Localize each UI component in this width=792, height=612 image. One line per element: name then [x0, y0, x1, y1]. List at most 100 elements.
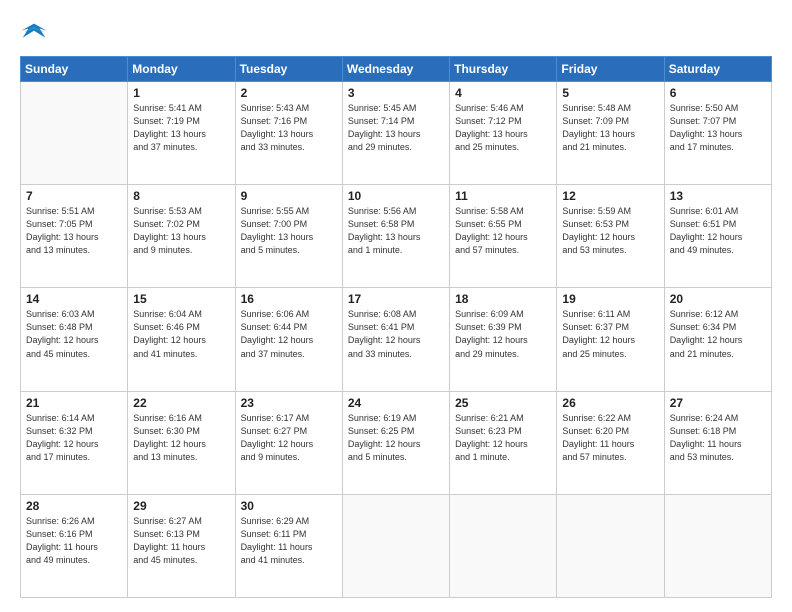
- calendar-cell: 11 Sunrise: 5:58 AM Sunset: 6:55 PM Dayli…: [450, 185, 557, 288]
- day-info: Sunrise: 5:50 AM Sunset: 7:07 PM Dayligh…: [670, 102, 766, 154]
- day-number: 14: [26, 292, 122, 306]
- calendar-cell: 21 Sunrise: 6:14 AM Sunset: 6:32 PM Dayli…: [21, 391, 128, 494]
- calendar-cell: 1 Sunrise: 5:41 AM Sunset: 7:19 PM Daylig…: [128, 82, 235, 185]
- header: [20, 18, 772, 46]
- day-info: Sunrise: 5:48 AM Sunset: 7:09 PM Dayligh…: [562, 102, 658, 154]
- calendar-cell: 8 Sunrise: 5:53 AM Sunset: 7:02 PM Daylig…: [128, 185, 235, 288]
- calendar-week: 1 Sunrise: 5:41 AM Sunset: 7:19 PM Daylig…: [21, 82, 772, 185]
- calendar-cell: 26 Sunrise: 6:22 AM Sunset: 6:20 PM Dayli…: [557, 391, 664, 494]
- calendar-cell: 7 Sunrise: 5:51 AM Sunset: 7:05 PM Daylig…: [21, 185, 128, 288]
- calendar-cell: 25 Sunrise: 6:21 AM Sunset: 6:23 PM Dayli…: [450, 391, 557, 494]
- day-number: 18: [455, 292, 551, 306]
- day-number: 8: [133, 189, 229, 203]
- day-number: 5: [562, 86, 658, 100]
- weekday-header: Wednesday: [342, 57, 449, 82]
- day-info: Sunrise: 6:29 AM Sunset: 6:11 PM Dayligh…: [241, 515, 337, 567]
- calendar-cell: 28Sunrise: 6:26 AM Sunset: 6:16 PM Dayli…: [21, 494, 128, 597]
- calendar-cell: 18 Sunrise: 6:09 AM Sunset: 6:39 PM Dayli…: [450, 288, 557, 391]
- calendar-cell: 9 Sunrise: 5:55 AM Sunset: 7:00 PM Daylig…: [235, 185, 342, 288]
- day-info: Sunrise: 6:19 AM Sunset: 6:25 PM Dayligh…: [348, 412, 444, 464]
- day-number: 7: [26, 189, 122, 203]
- day-info: Sunrise: 5:56 AM Sunset: 6:58 PM Dayligh…: [348, 205, 444, 257]
- calendar-week: 21 Sunrise: 6:14 AM Sunset: 6:32 PM Dayli…: [21, 391, 772, 494]
- day-info: Sunrise: 6:12 AM Sunset: 6:34 PM Dayligh…: [670, 308, 766, 360]
- day-number: 9: [241, 189, 337, 203]
- day-info: Sunrise: 5:59 AM Sunset: 6:53 PM Dayligh…: [562, 205, 658, 257]
- day-info: Sunrise: 6:01 AM Sunset: 6:51 PM Dayligh…: [670, 205, 766, 257]
- day-info: Sunrise: 6:26 AM Sunset: 6:16 PM Dayligh…: [26, 515, 122, 567]
- day-number: 25: [455, 396, 551, 410]
- day-info: Sunrise: 6:14 AM Sunset: 6:32 PM Dayligh…: [26, 412, 122, 464]
- day-number: 29: [133, 499, 229, 513]
- day-number: 3: [348, 86, 444, 100]
- calendar-cell: 14 Sunrise: 6:03 AM Sunset: 6:48 PM Dayli…: [21, 288, 128, 391]
- day-info: Sunrise: 6:27 AM Sunset: 6:13 PM Dayligh…: [133, 515, 229, 567]
- day-info: Sunrise: 6:24 AM Sunset: 6:18 PM Dayligh…: [670, 412, 766, 464]
- day-info: Sunrise: 6:06 AM Sunset: 6:44 PM Dayligh…: [241, 308, 337, 360]
- calendar-cell: 13 Sunrise: 6:01 AM Sunset: 6:51 PM Dayli…: [664, 185, 771, 288]
- calendar-header: SundayMondayTuesdayWednesdayThursdayFrid…: [21, 57, 772, 82]
- calendar-cell: [342, 494, 449, 597]
- day-number: 26: [562, 396, 658, 410]
- day-number: 11: [455, 189, 551, 203]
- calendar-cell: 19Sunrise: 6:11 AM Sunset: 6:37 PM Dayli…: [557, 288, 664, 391]
- day-number: 13: [670, 189, 766, 203]
- day-info: Sunrise: 6:09 AM Sunset: 6:39 PM Dayligh…: [455, 308, 551, 360]
- day-number: 22: [133, 396, 229, 410]
- calendar-cell: 29 Sunrise: 6:27 AM Sunset: 6:13 PM Dayli…: [128, 494, 235, 597]
- day-number: 19: [562, 292, 658, 306]
- day-number: 16: [241, 292, 337, 306]
- day-number: 10: [348, 189, 444, 203]
- calendar-cell: 17 Sunrise: 6:08 AM Sunset: 6:41 PM Dayli…: [342, 288, 449, 391]
- calendar-cell: 3 Sunrise: 5:45 AM Sunset: 7:14 PM Daylig…: [342, 82, 449, 185]
- day-info: Sunrise: 6:16 AM Sunset: 6:30 PM Dayligh…: [133, 412, 229, 464]
- day-info: Sunrise: 6:04 AM Sunset: 6:46 PM Dayligh…: [133, 308, 229, 360]
- calendar-week: 14 Sunrise: 6:03 AM Sunset: 6:48 PM Dayli…: [21, 288, 772, 391]
- calendar-cell: [664, 494, 771, 597]
- weekday-header: Sunday: [21, 57, 128, 82]
- day-info: Sunrise: 5:46 AM Sunset: 7:12 PM Dayligh…: [455, 102, 551, 154]
- day-info: Sunrise: 5:51 AM Sunset: 7:05 PM Dayligh…: [26, 205, 122, 257]
- day-number: 23: [241, 396, 337, 410]
- calendar-cell: 2Sunrise: 5:43 AM Sunset: 7:16 PM Daylig…: [235, 82, 342, 185]
- calendar-cell: 27Sunrise: 6:24 AM Sunset: 6:18 PM Dayli…: [664, 391, 771, 494]
- day-number: 6: [670, 86, 766, 100]
- day-info: Sunrise: 5:41 AM Sunset: 7:19 PM Dayligh…: [133, 102, 229, 154]
- day-info: Sunrise: 5:45 AM Sunset: 7:14 PM Dayligh…: [348, 102, 444, 154]
- day-info: Sunrise: 6:21 AM Sunset: 6:23 PM Dayligh…: [455, 412, 551, 464]
- calendar-cell: 24 Sunrise: 6:19 AM Sunset: 6:25 PM Dayli…: [342, 391, 449, 494]
- calendar-cell: [557, 494, 664, 597]
- day-number: 20: [670, 292, 766, 306]
- day-number: 4: [455, 86, 551, 100]
- calendar: SundayMondayTuesdayWednesdayThursdayFrid…: [20, 56, 772, 598]
- day-number: 2: [241, 86, 337, 100]
- calendar-cell: [21, 82, 128, 185]
- calendar-cell: 30Sunrise: 6:29 AM Sunset: 6:11 PM Dayli…: [235, 494, 342, 597]
- day-info: Sunrise: 5:58 AM Sunset: 6:55 PM Dayligh…: [455, 205, 551, 257]
- logo: [20, 18, 52, 46]
- calendar-cell: 20 Sunrise: 6:12 AM Sunset: 6:34 PM Dayli…: [664, 288, 771, 391]
- weekday-header: Friday: [557, 57, 664, 82]
- day-info: Sunrise: 6:03 AM Sunset: 6:48 PM Dayligh…: [26, 308, 122, 360]
- day-number: 1: [133, 86, 229, 100]
- day-info: Sunrise: 6:22 AM Sunset: 6:20 PM Dayligh…: [562, 412, 658, 464]
- weekday-header: Monday: [128, 57, 235, 82]
- day-info: Sunrise: 5:53 AM Sunset: 7:02 PM Dayligh…: [133, 205, 229, 257]
- weekday-header: Thursday: [450, 57, 557, 82]
- calendar-cell: 22 Sunrise: 6:16 AM Sunset: 6:30 PM Dayli…: [128, 391, 235, 494]
- day-info: Sunrise: 5:55 AM Sunset: 7:00 PM Dayligh…: [241, 205, 337, 257]
- day-number: 12: [562, 189, 658, 203]
- day-info: Sunrise: 6:17 AM Sunset: 6:27 PM Dayligh…: [241, 412, 337, 464]
- calendar-body: 1 Sunrise: 5:41 AM Sunset: 7:19 PM Daylig…: [21, 82, 772, 598]
- weekday-header: Tuesday: [235, 57, 342, 82]
- day-info: Sunrise: 6:08 AM Sunset: 6:41 PM Dayligh…: [348, 308, 444, 360]
- calendar-week: 7 Sunrise: 5:51 AM Sunset: 7:05 PM Daylig…: [21, 185, 772, 288]
- day-number: 21: [26, 396, 122, 410]
- day-number: 24: [348, 396, 444, 410]
- weekday-header: Saturday: [664, 57, 771, 82]
- calendar-cell: 23 Sunrise: 6:17 AM Sunset: 6:27 PM Dayli…: [235, 391, 342, 494]
- day-number: 15: [133, 292, 229, 306]
- day-number: 17: [348, 292, 444, 306]
- calendar-cell: 10 Sunrise: 5:56 AM Sunset: 6:58 PM Dayli…: [342, 185, 449, 288]
- calendar-week: 28Sunrise: 6:26 AM Sunset: 6:16 PM Dayli…: [21, 494, 772, 597]
